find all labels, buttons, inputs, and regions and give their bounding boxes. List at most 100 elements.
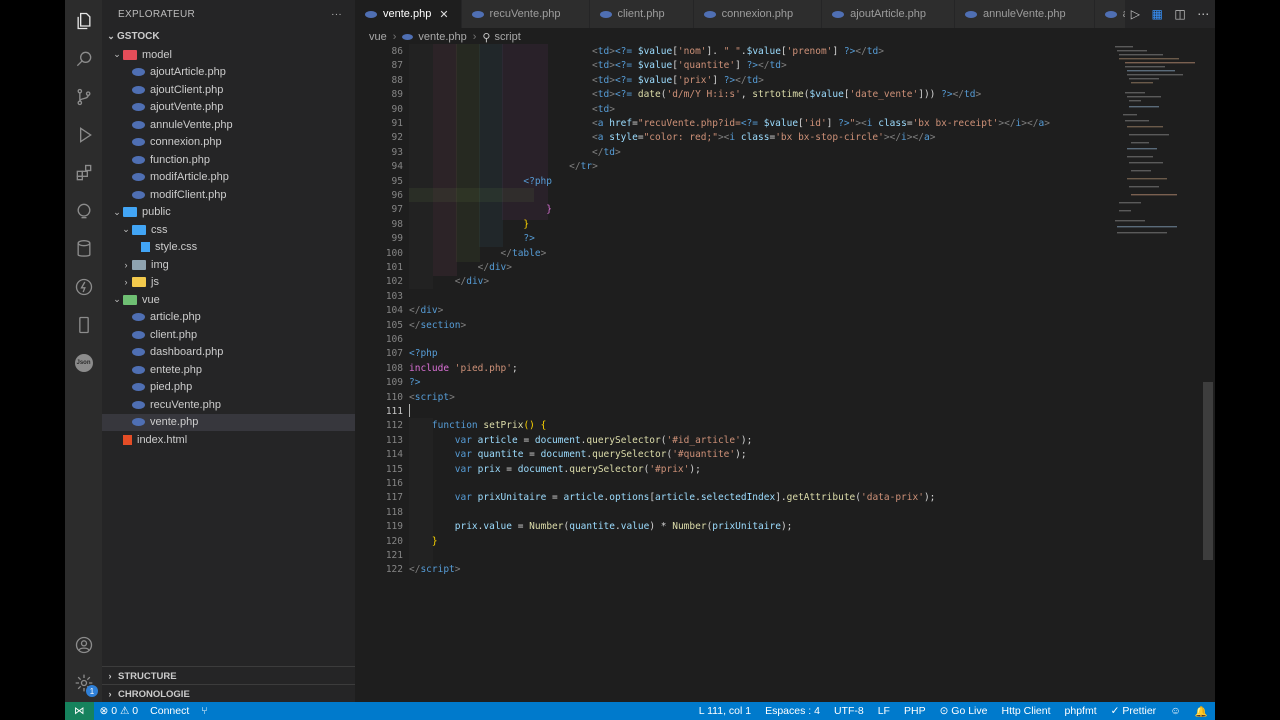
line-number: 94	[391, 161, 403, 173]
vscode-window: Json 1 EXPLORATEUR ··· ⌄ GSTOCK ⌄ model aj…	[65, 0, 1215, 720]
breadcrumb-folder[interactable]: vue	[369, 31, 387, 43]
git-status[interactable]: ⑂	[195, 702, 213, 720]
tree-item[interactable]: modifArticle.php	[102, 169, 355, 187]
prettier-status[interactable]: ✓ Prettier	[1104, 702, 1164, 720]
php-file-icon	[132, 103, 145, 112]
editor-tab[interactable]: vente.php ✕	[355, 0, 462, 28]
http-client-status[interactable]: Http Client	[994, 702, 1057, 720]
tree-item[interactable]: annuleVente.php	[102, 116, 355, 134]
remote-explorer-icon[interactable]	[71, 198, 96, 223]
line-number: 120	[385, 535, 403, 547]
tree-item[interactable]: dashboard.php	[102, 344, 355, 362]
go-live-status[interactable]: ⊙ Go Live	[933, 702, 995, 720]
tree-item-label: connexion.php	[150, 136, 222, 149]
device-icon[interactable]	[71, 312, 96, 337]
tree-item[interactable]: ⌄ vue	[102, 291, 355, 309]
tree-item[interactable]: ⌄ model	[102, 46, 355, 64]
database-icon[interactable]	[71, 236, 96, 261]
tree-item[interactable]: modifClient.php	[102, 186, 355, 204]
account-icon[interactable]	[71, 632, 96, 657]
structure-label: STRUCTURE	[118, 670, 177, 682]
editor-tab[interactable]: connexion.php	[693, 0, 823, 28]
tree-item[interactable]: article.php	[102, 309, 355, 327]
source-control-icon[interactable]	[71, 84, 96, 109]
minimap[interactable]	[1105, 44, 1205, 244]
tree-item[interactable]: › js	[102, 274, 355, 292]
timeline-section[interactable]: › CHRONOLOGIE	[102, 684, 355, 703]
thunder-client-icon[interactable]	[71, 274, 96, 299]
eol-status[interactable]: LF	[871, 702, 897, 720]
tree-item[interactable]: function.php	[102, 151, 355, 169]
vertical-scrollbar[interactable]	[1203, 382, 1213, 560]
line-number: 122	[385, 564, 403, 576]
open-preview-icon[interactable]: ▦	[1152, 7, 1163, 21]
line-number: 102	[385, 276, 403, 288]
php-file-icon	[132, 85, 145, 94]
code-line: }	[546, 204, 553, 216]
tree-item[interactable]: ⌄ css	[102, 221, 355, 239]
tree-item[interactable]: entete.php	[102, 361, 355, 379]
tab-label: ajoutArticle.php	[850, 8, 926, 20]
line-number: 89	[391, 89, 403, 101]
tree-item[interactable]: recuVente.php	[102, 396, 355, 414]
code-line: }	[523, 218, 530, 230]
tree-item[interactable]: pied.php	[102, 379, 355, 397]
tree-item[interactable]: ajoutVente.php	[102, 99, 355, 117]
tree-item-label: annuleVente.php	[150, 118, 233, 131]
editor-tab[interactable]: ajoutArticle.php	[822, 0, 955, 28]
chevron-down-icon: ⌄	[113, 49, 121, 60]
run-icon[interactable]: ▷	[1131, 7, 1140, 21]
indentation-status[interactable]: Espaces : 4	[758, 702, 827, 720]
tree-item[interactable]: style.css	[102, 239, 355, 257]
line-number: 87	[391, 60, 403, 72]
tree-item[interactable]: ajoutClient.php	[102, 81, 355, 99]
code-line: ?>	[409, 377, 421, 389]
search-icon[interactable]	[71, 46, 96, 71]
code-line: </td>	[592, 146, 621, 158]
breadcrumb-file[interactable]: vente.php	[418, 31, 466, 43]
tree-item[interactable]: › img	[102, 256, 355, 274]
structure-section[interactable]: › STRUCTURE	[102, 666, 355, 685]
split-editor-icon[interactable]: ◫	[1174, 7, 1185, 21]
workspace-root[interactable]: ⌄ GSTOCK	[102, 28, 355, 46]
tree-item[interactable]: connexion.php	[102, 134, 355, 152]
tree-item[interactable]: client.php	[102, 326, 355, 344]
settings-badge: 1	[86, 685, 98, 697]
editor-tab[interactable]: client.php	[589, 0, 694, 28]
php-file-icon	[132, 120, 145, 129]
remote-status[interactable]: ⋈	[65, 702, 94, 720]
explorer-icon[interactable]	[71, 8, 96, 33]
close-icon[interactable]: ✕	[439, 8, 448, 21]
chevron-right-icon: ›	[124, 277, 128, 288]
extensions-icon[interactable]	[71, 160, 96, 185]
notifications-status[interactable]: 🔔	[1188, 702, 1215, 720]
status-left: ⋈ ⊗ 0 ⚠ 0 Connect ⑂	[65, 702, 214, 720]
code-line: <td><?= $value['nom']. " ".$value['preno…	[592, 46, 884, 57]
tree-item[interactable]: vente.php	[102, 413, 355, 431]
connect-status[interactable]: Connect	[144, 702, 195, 720]
line-number: 114	[385, 449, 403, 461]
explorer-more-button[interactable]: ···	[331, 9, 342, 20]
line-number: 111	[385, 406, 403, 417]
line-number: 117	[385, 492, 403, 504]
feedback-status[interactable]: ☺	[1163, 702, 1188, 720]
tree-item[interactable]: ⌄ public	[102, 204, 355, 222]
cursor-position-status[interactable]: L 111, col 1	[692, 702, 758, 720]
editor-area: vente.php ✕ recuVente.php client.php connexi…	[355, 0, 1215, 702]
settings-gear-icon[interactable]: 1	[71, 670, 98, 697]
breadcrumb-symbol[interactable]: script	[494, 31, 520, 43]
tree-item[interactable]: index.html	[102, 431, 355, 449]
code-editor[interactable]: 86 <td><?= $value['nom']. " ".$value['pr…	[355, 44, 1115, 584]
code-line: <td><?= $value['prix'] ?></td>	[592, 74, 764, 86]
json-icon[interactable]: Json	[71, 350, 96, 375]
encoding-status[interactable]: UTF-8	[827, 702, 871, 720]
problems-status[interactable]: ⊗ 0 ⚠ 0	[94, 702, 145, 720]
run-debug-icon[interactable]	[71, 122, 96, 147]
language-status[interactable]: PHP	[897, 702, 933, 720]
line-number: 108	[385, 362, 403, 374]
editor-tab[interactable]: annuleVente.php	[954, 0, 1095, 28]
editor-tab[interactable]: recuVente.php	[461, 0, 590, 28]
tree-item[interactable]: ajoutArticle.php	[102, 64, 355, 82]
phpfmt-status[interactable]: phpfmt	[1058, 702, 1104, 720]
more-actions-icon[interactable]: ⋯	[1197, 7, 1209, 21]
